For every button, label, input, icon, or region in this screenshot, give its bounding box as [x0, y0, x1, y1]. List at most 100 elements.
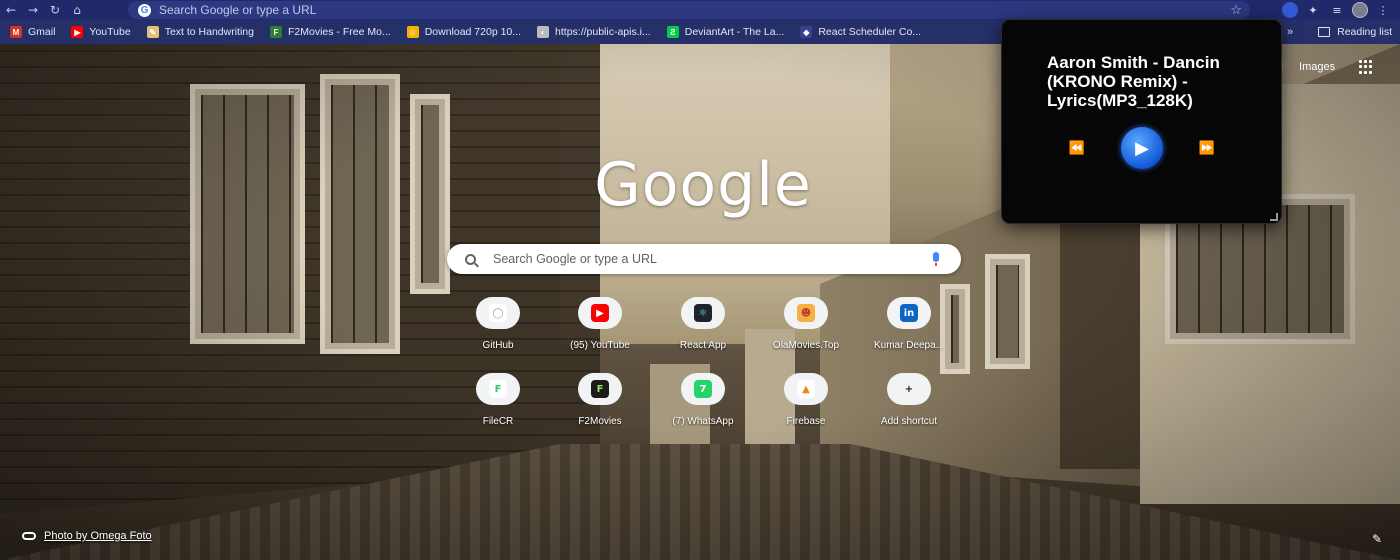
profile-avatar[interactable] [1352, 2, 1368, 18]
resize-handle-icon[interactable] [1270, 213, 1278, 221]
customize-pencil-icon[interactable]: ✎ [1372, 532, 1382, 546]
bookmark-item[interactable]: ◐ https://public-apis.i... [537, 26, 651, 38]
shortcut-tile[interactable]: ◯ GitHub [455, 297, 541, 351]
bookmark-item[interactable]: M Gmail [10, 26, 55, 38]
shortcut-favicon-icon: ☻ [797, 304, 815, 322]
google-logo: Google [594, 150, 812, 220]
forward-arrow-icon[interactable]: → [22, 0, 44, 20]
shortcut-label: Kumar Deepa... [873, 340, 945, 351]
bookmark-label: DeviantArt - The La... [684, 26, 785, 38]
shortcut-label: F2Movies [578, 416, 622, 427]
shortcut-favicon-icon: in [900, 304, 918, 322]
shortcut-circle: + [887, 373, 931, 405]
browser-window: ← → ↻ ⌂ G Search Google or type a URL ☆ … [0, 0, 1400, 560]
shortcut-circle: ▶ [578, 297, 622, 329]
shortcut-label: Firebase [786, 416, 826, 427]
shortcut-circle: ◯ [476, 297, 520, 329]
shortcut-tile[interactable]: F F2Movies [557, 373, 643, 427]
bookmark-favicon-icon: Ƨ [666, 26, 679, 38]
bookmark-favicon-icon: ☺ [406, 26, 419, 38]
shortcut-tile[interactable]: ☻ OlaMovies.Top [763, 297, 849, 351]
fast-forward-icon[interactable]: ⏩ [1192, 141, 1222, 156]
shortcut-circle: in [887, 297, 931, 329]
shortcut-label: GitHub [482, 340, 514, 351]
bookmark-favicon-icon: ◐ [537, 26, 550, 38]
bookmark-label: https://public-apis.i... [555, 26, 651, 38]
omnibox-placeholder: Search Google or type a URL [159, 3, 317, 17]
reading-list-icon [1318, 27, 1331, 37]
shortcut-tile[interactable]: F FileCR [455, 373, 541, 427]
images-link[interactable]: Images [1299, 61, 1335, 73]
shortcut-favicon-icon: F [489, 380, 507, 398]
bookmark-favicon-icon: ✎ [146, 26, 159, 38]
shortcut-favicon-icon: ⚛ [694, 304, 712, 322]
link-icon [22, 532, 36, 540]
puzzle-icon[interactable]: ✦ [1304, 1, 1322, 19]
bookmark-label: F2Movies - Free Mo... [287, 26, 391, 38]
bookmark-label: YouTube [89, 26, 131, 38]
photo-credit-label: Photo by Omega Foto [44, 530, 152, 542]
shortcut-favicon-icon: F [591, 380, 609, 398]
shortcut-favicon-icon: ▶ [591, 304, 609, 322]
music-player-popup: Aaron Smith - Dancin (KRONO Remix) - Lyr… [1002, 20, 1281, 223]
apps-grid-icon[interactable] [1359, 60, 1373, 74]
bookmark-item[interactable]: ✎ Text to Handwriting [146, 26, 254, 38]
bookmarks-overflow-chevron-icon[interactable]: » [1287, 20, 1293, 44]
rewind-icon[interactable]: ⏪ [1062, 141, 1092, 156]
ntp-search-box[interactable]: Search Google or type a URL [447, 244, 961, 274]
bookmark-item[interactable]: Ƨ DeviantArt - The La... [666, 26, 785, 38]
reading-list-button[interactable]: Reading list [1318, 20, 1392, 44]
search-icon [465, 253, 476, 265]
bookmark-favicon-icon: F [269, 26, 282, 38]
shortcut-tile[interactable]: ⚛ React App [660, 297, 746, 351]
shortcut-label: OlaMovies.Top [772, 340, 840, 351]
shortcut-favicon-icon: 7 [694, 380, 712, 398]
bookmark-favicon-icon: ◆ [800, 26, 813, 38]
reading-list-label: Reading list [1337, 26, 1392, 38]
bookmark-item[interactable]: ☺ Download 720p 10... [406, 26, 522, 38]
bookmark-favicon-icon: M [10, 26, 22, 38]
bookmark-label: Download 720p 10... [424, 26, 522, 38]
shortcut-circle: ⚛ [681, 297, 725, 329]
play-button[interactable]: ▶ [1121, 127, 1163, 169]
shortcut-tile[interactable]: ▶ (95) YouTube [557, 297, 643, 351]
bookmark-item[interactable]: F F2Movies - Free Mo... [269, 26, 391, 38]
shortcut-circle: ☻ [784, 297, 828, 329]
bookmark-item[interactable]: ◆ React Scheduler Co... [800, 26, 921, 38]
menu-kebab-icon[interactable]: ⋮ [1374, 1, 1392, 19]
back-arrow-icon[interactable]: ← [0, 0, 22, 20]
shortcut-tile[interactable]: + Add shortcut [866, 373, 952, 427]
player-controls: ⏪ ▶ ⏩ [1062, 127, 1222, 169]
bookmark-favicon-icon: ▶ [71, 26, 84, 38]
photo-credit[interactable]: Photo by Omega Foto [22, 530, 152, 542]
bookmark-label: Gmail [28, 26, 56, 38]
play-icon: ▶ [1135, 137, 1149, 159]
browser-toolbar: ← → ↻ ⌂ G Search Google or type a URL ☆ … [0, 0, 1400, 20]
bookmark-label: Text to Handwriting [164, 26, 254, 38]
bookmark-label: React Scheduler Co... [818, 26, 922, 38]
ntp-search-placeholder: Search Google or type a URL [493, 252, 657, 266]
shortcut-circle: F [476, 373, 520, 405]
bookmark-item[interactable]: ▶ YouTube [71, 26, 131, 38]
media-queue-icon[interactable]: ≡ [1328, 1, 1346, 19]
song-title: Aaron Smith - Dancin (KRONO Remix) - Lyr… [1047, 53, 1220, 110]
shortcut-circle: ▲ [784, 373, 828, 405]
home-icon[interactable]: ⌂ [66, 0, 88, 20]
shortcut-label: FileCR [482, 416, 514, 427]
google-g-icon: G [138, 3, 151, 17]
shortcut-label: React App [679, 340, 727, 351]
microphone-icon[interactable] [933, 252, 939, 266]
shortcut-tile[interactable]: 7 (7) WhatsApp [660, 373, 746, 427]
toolbar-extensions: ✦ ≡ ⋮ [1282, 0, 1400, 20]
shortcut-tile[interactable]: ▲ Firebase [763, 373, 849, 427]
shortcut-label: (7) WhatsApp [672, 416, 734, 427]
shortcut-tile[interactable]: in Kumar Deepa... [866, 297, 952, 351]
extension-icon[interactable] [1282, 2, 1298, 18]
shortcut-circle: 7 [681, 373, 725, 405]
omnibox[interactable]: G Search Google or type a URL ☆ [128, 1, 1250, 19]
reload-icon[interactable]: ↻ [44, 0, 66, 20]
bookmark-star-icon[interactable]: ☆ [1230, 2, 1242, 18]
shortcut-circle: F [578, 373, 622, 405]
shortcut-favicon-icon: + [900, 380, 918, 398]
shortcut-favicon-icon: ▲ [797, 380, 815, 398]
